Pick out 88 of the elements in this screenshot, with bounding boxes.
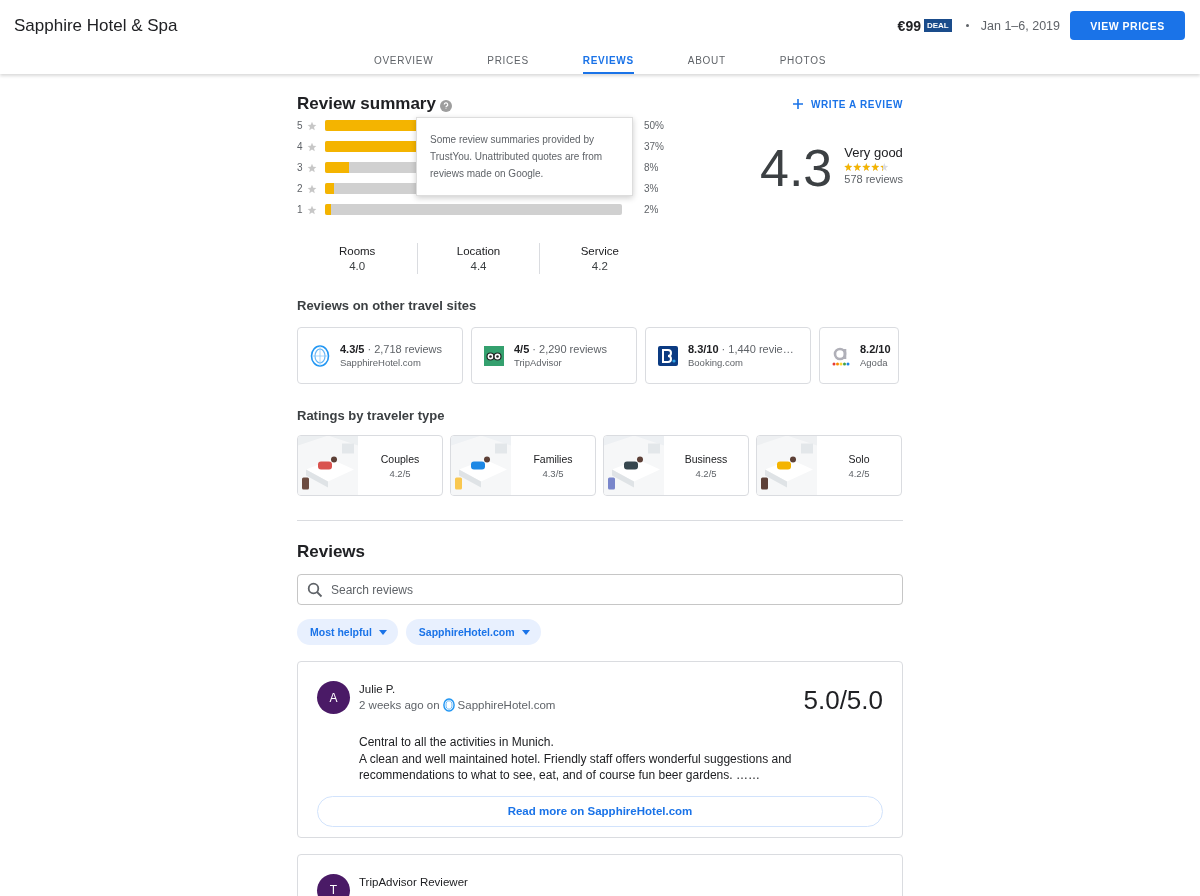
- author-name: Julie P.: [359, 683, 397, 695]
- site-card[interactable]: 4.3/5 · 2,718 reviews SapphireHotel.com: [297, 327, 463, 384]
- site-score: 8.2/10: [860, 343, 892, 355]
- review-score: 5.0/5.0: [803, 685, 883, 716]
- percentage: 8%: [644, 162, 659, 173]
- review-source: SapphireHotel.com: [457, 699, 556, 711]
- star-label: 4: [297, 141, 304, 152]
- tab[interactable]: PRICES: [487, 44, 529, 74]
- separator-dot: [965, 24, 969, 27]
- site-score: 4.3/5 · 2,718 reviews: [340, 343, 443, 355]
- traveler-type-card[interactable]: Solo 4.2/5: [756, 435, 902, 496]
- percentage: 50%: [644, 120, 664, 131]
- site-name: TripAdvisor: [514, 357, 563, 368]
- help-icon[interactable]: [439, 99, 452, 112]
- avatar: A: [317, 681, 350, 714]
- aspect-name: Location: [456, 245, 501, 257]
- tab[interactable]: REVIEWS: [582, 44, 634, 74]
- star-label: 3: [297, 162, 304, 173]
- filter-chip[interactable]: SapphireHotel.com: [405, 619, 541, 645]
- booking-logo-icon: [658, 345, 678, 366]
- star-icon: [307, 204, 317, 215]
- site-name: Booking.com: [688, 357, 744, 368]
- search-field[interactable]: Search reviews: [297, 574, 903, 605]
- site-score: 8.3/10 · 1,440 revie…: [688, 343, 794, 355]
- star-label: 1: [297, 204, 304, 215]
- section-title: Review summary: [297, 94, 436, 114]
- site-name: SapphireHotel.com: [340, 357, 422, 368]
- traveler-type: Solo: [848, 452, 870, 465]
- tab[interactable]: PHOTOS: [779, 44, 826, 74]
- search-icon: [307, 582, 323, 598]
- avatar: T: [317, 873, 350, 896]
- percentage: 37%: [644, 141, 664, 152]
- traveler-type: Business: [684, 452, 728, 465]
- filter-chip[interactable]: Most helpful: [297, 619, 398, 645]
- caret-icon: [521, 629, 530, 635]
- tab[interactable]: ABOUT: [687, 44, 726, 74]
- aspect-score: 4.0: [349, 260, 366, 272]
- traveler-rating: 4.2/5: [848, 467, 870, 479]
- traveler-rating: 4.2/5: [389, 467, 411, 479]
- verdict: Very good: [844, 145, 903, 160]
- star-label: 5: [297, 120, 304, 131]
- date-range: Jan 1–6, 2019: [980, 18, 1060, 33]
- traveler-type-card[interactable]: Couples 4.2/5: [297, 435, 443, 496]
- read-more-button[interactable]: Read more on SapphireHotel.com: [317, 795, 883, 827]
- tab[interactable]: OVERVIEW: [374, 44, 434, 74]
- star-icon: [307, 162, 317, 173]
- site-card[interactable]: 8.2/10 Agoda: [819, 327, 899, 384]
- star-icon: [307, 141, 317, 152]
- tooltip-text: Some review summaries provided by TrustYou. Unattributed quotes are from reviews made on Google.: [430, 133, 604, 181]
- traveler-type-card[interactable]: Families 4.3/5: [450, 435, 596, 496]
- percentage: 2%: [644, 204, 659, 215]
- price: €99: [897, 17, 921, 34]
- agoda-logo-icon: [832, 345, 850, 366]
- view-prices-button[interactable]: VIEW PRICES: [1070, 11, 1185, 40]
- star-icon: [307, 183, 317, 194]
- traveler-type-card[interactable]: Business 4.2/5: [603, 435, 749, 496]
- owl-logo-icon: [484, 345, 504, 366]
- star-label: 2: [297, 183, 304, 194]
- aspect-score: 4.4: [470, 260, 487, 272]
- review-text: Central to all the activities in Munich.: [359, 734, 555, 751]
- section-title: Reviews: [297, 542, 367, 562]
- aspect-name: Service: [580, 245, 619, 257]
- section-title: Ratings by traveler type: [297, 408, 446, 423]
- plus-icon: [791, 98, 804, 110]
- caret-icon: [378, 629, 387, 635]
- gem-logo-icon: [442, 698, 455, 712]
- review-count: 578 reviews: [844, 173, 903, 185]
- traveler-rating: 4.2/5: [695, 467, 717, 479]
- traveler-type: Couples: [380, 452, 420, 465]
- traveler-type: Families: [533, 452, 573, 465]
- deal-badge: DEAL: [923, 19, 952, 32]
- percentage: 3%: [644, 183, 659, 194]
- write-review-button[interactable]: WRITE A REVIEW: [791, 98, 903, 110]
- aspect-name: Rooms: [338, 245, 376, 257]
- section-title: Reviews on other travel sites: [297, 298, 478, 313]
- review-text: A clean and well maintained hotel. Friendly staff offers wonderful suggestions and recommendations to what to see, eat, and of course fun beer gardens. ……: [359, 750, 793, 784]
- hotel-title: Sapphire Hotel & Spa: [14, 15, 178, 36]
- site-card[interactable]: 4/5 · 2,290 reviews TripAdvisor: [471, 327, 637, 384]
- aspect-score: 4.2: [591, 260, 608, 272]
- site-score: 4/5 · 2,290 reviews: [514, 343, 607, 355]
- gem-logo-icon: [310, 344, 330, 367]
- site-card[interactable]: 8.3/10 · 1,440 revie… Booking.com: [645, 327, 811, 384]
- site-name: Agoda: [860, 357, 889, 368]
- author-name: TripAdvisor Reviewer: [359, 875, 469, 888]
- star-icon: [307, 120, 317, 131]
- traveler-rating: 4.3/5: [542, 467, 564, 479]
- overall-score: 4.3: [760, 140, 833, 196]
- review-date: 2 weeks ago on: [359, 699, 440, 711]
